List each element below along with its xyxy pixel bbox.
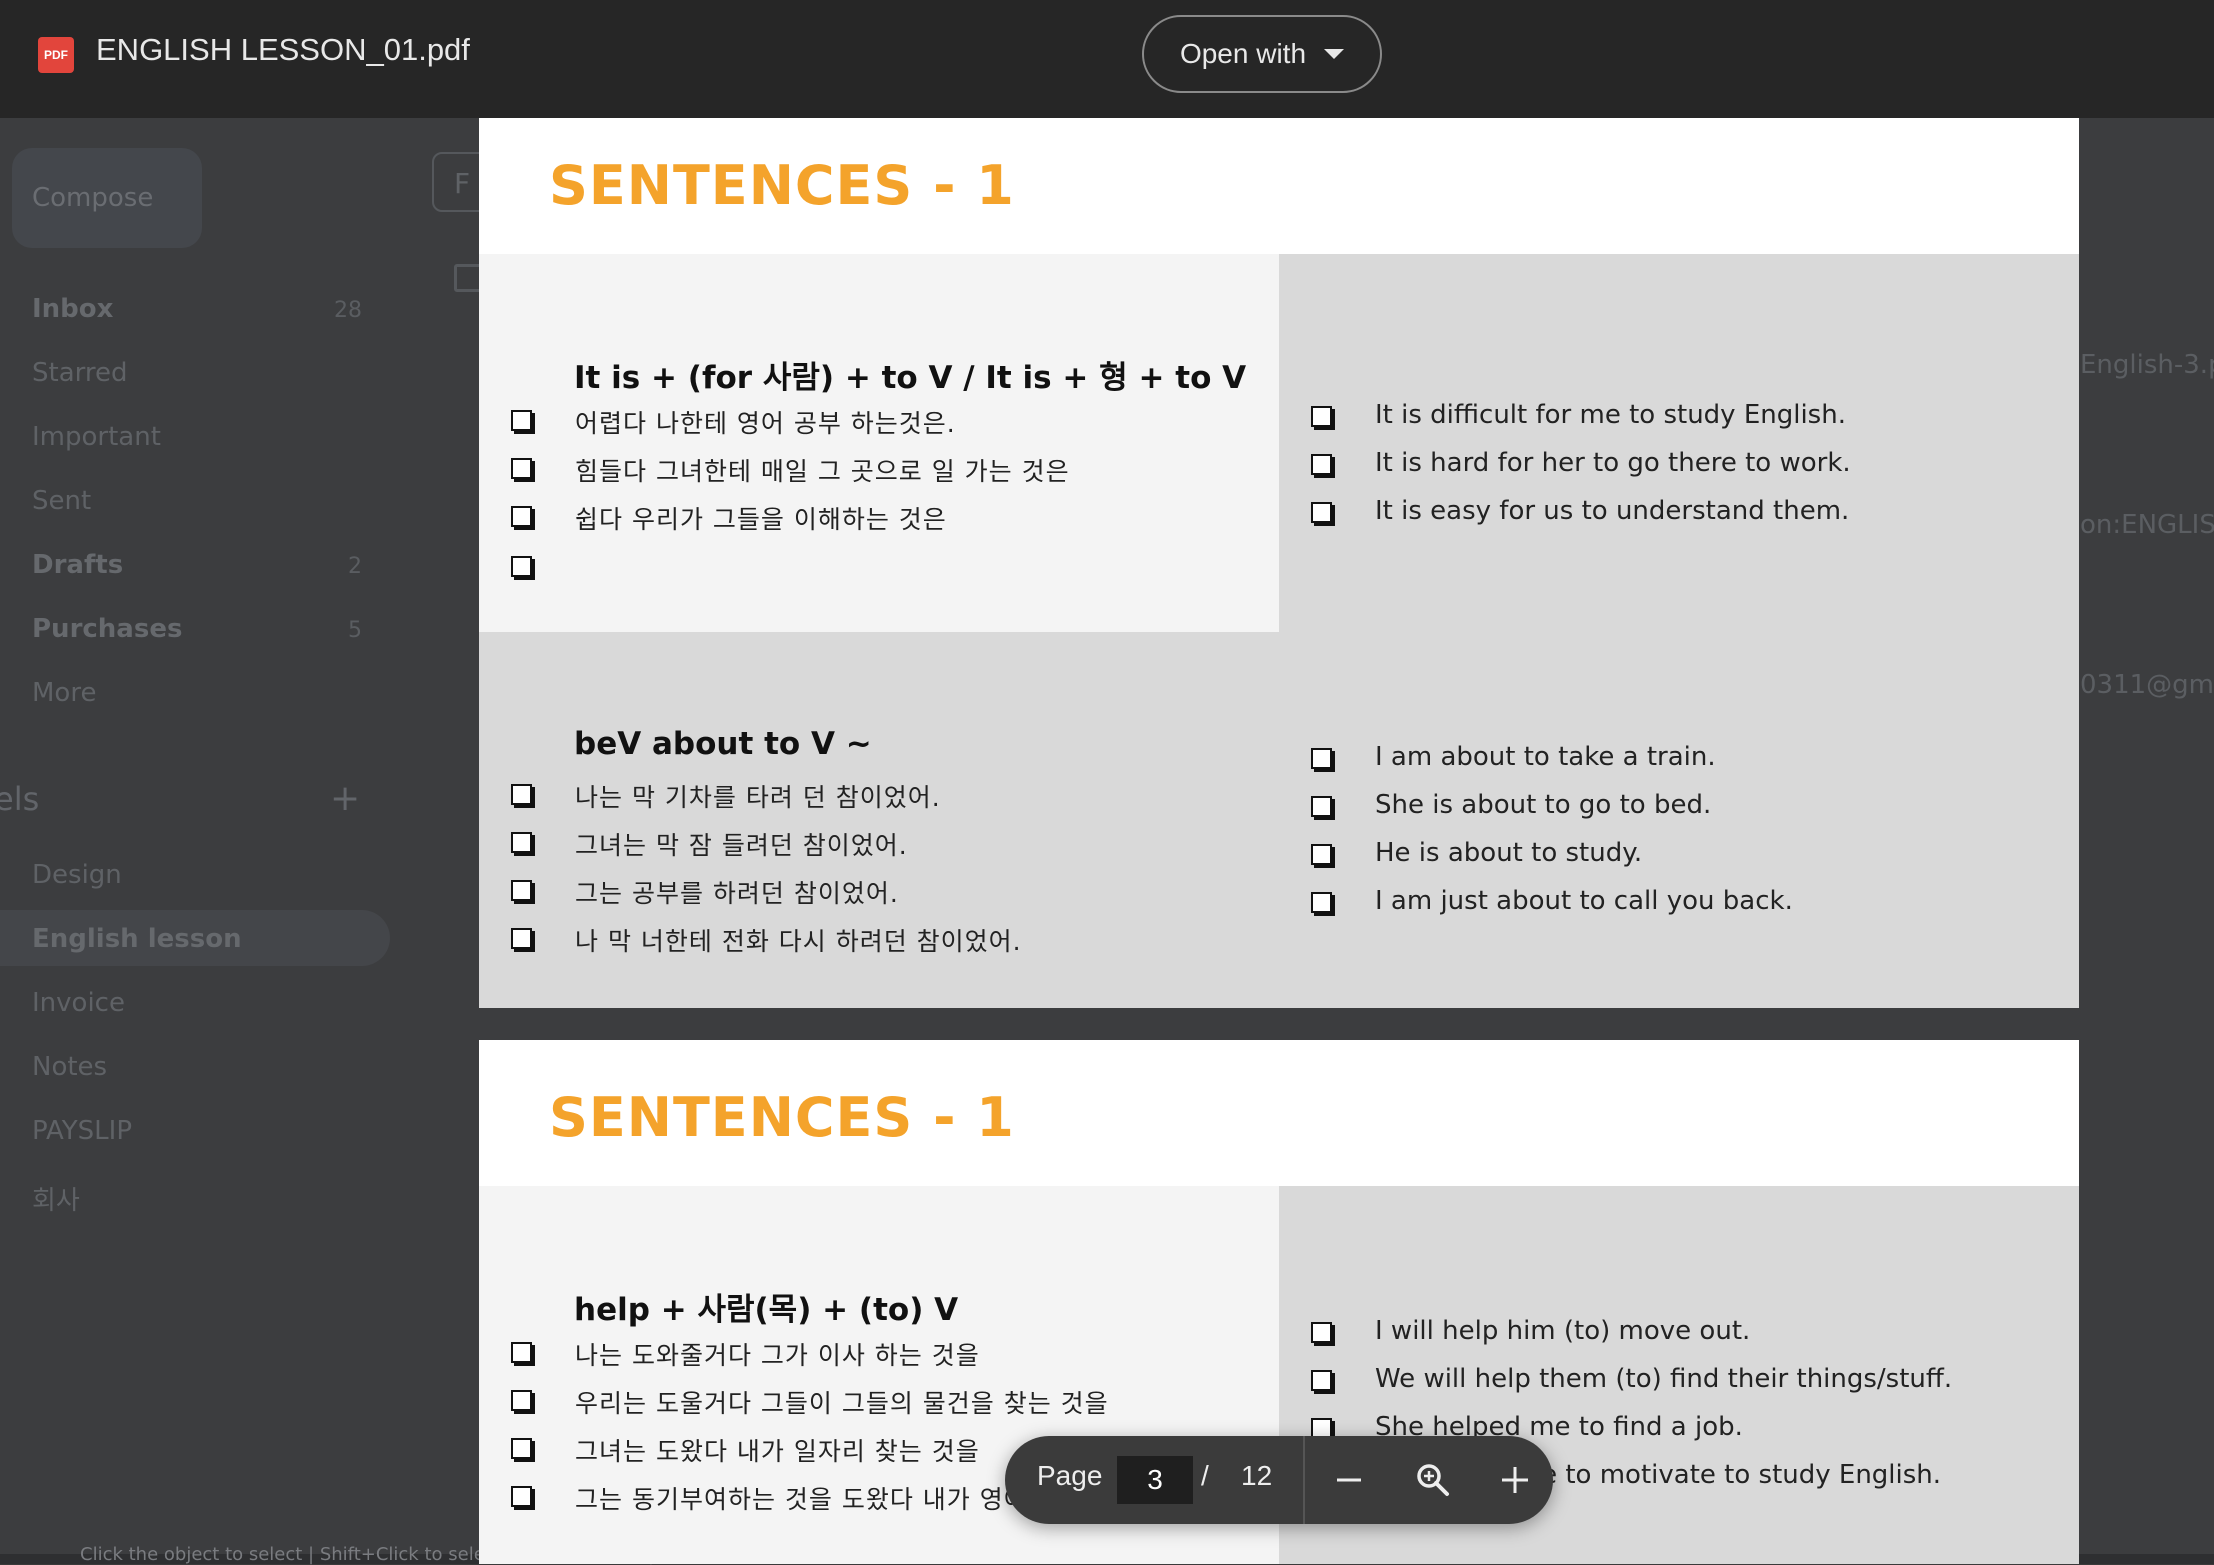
nav-starred: Starred (32, 358, 128, 388)
checkbox-icon (511, 880, 532, 901)
checkbox-icon (1311, 1322, 1332, 1343)
checkbox-icon (511, 928, 532, 949)
page-number-input[interactable] (1117, 1456, 1193, 1504)
nav-purchases-count: 5 (348, 618, 362, 643)
nav-drafts: Drafts (32, 550, 124, 580)
select-all-checkbox (454, 264, 482, 292)
nav-more: More (32, 678, 97, 708)
label-english-lesson: English lesson (32, 924, 242, 954)
nav-important: Important (32, 422, 161, 452)
nav-inbox: Inbox (32, 294, 114, 324)
checkbox-icon (511, 1342, 532, 1363)
zoom-fit-button[interactable] (1407, 1454, 1459, 1506)
checkbox-icon (1311, 748, 1332, 769)
pdf-page: SENTENCES - 1 It is + (for 사람) + to V / … (479, 118, 2079, 1008)
plus-icon (1502, 1467, 1528, 1493)
checkbox-icon (1311, 502, 1332, 523)
korean-panel: beV about to V ~ 나는 막 기차를 타려 던 참이었어. 그녀는… (479, 632, 1279, 1008)
page-title: SENTENCES - 1 (549, 154, 1015, 217)
viewer-topbar: PDF ENGLISH LESSON_01.pdf Open with (0, 0, 2214, 118)
checkbox-icon (1311, 406, 1332, 427)
checkbox-icon (1311, 454, 1332, 475)
checkbox-icon (511, 784, 532, 805)
background-sidebar: Compose Inbox 28 Starred Important Sent … (0, 118, 400, 1564)
checkbox-icon (1311, 796, 1332, 817)
open-with-label: Open with (1179, 38, 1307, 69)
checkbox-icon (511, 832, 532, 853)
section-heading: beV about to V ~ (574, 726, 872, 762)
pdf-file-icon: PDF (38, 37, 74, 73)
checkbox-icon (511, 506, 532, 527)
nav-purchases: Purchases (32, 614, 183, 644)
nav-sent: Sent (32, 486, 92, 516)
label-payslip: PAYSLIP (32, 1116, 133, 1146)
label-invoice: Invoice (32, 988, 125, 1018)
mail-snippet: on:ENGLIS (2080, 510, 2214, 540)
file-title: ENGLISH LESSON_01.pdf (96, 32, 470, 67)
mail-snippet: 0311@gm (2080, 670, 2214, 700)
zoom-in-button[interactable] (1489, 1454, 1541, 1506)
section-heading: help + 사람(목) + (to) V (574, 1292, 959, 1328)
checkbox-icon (511, 556, 532, 577)
open-with-button[interactable]: Open with (1142, 15, 1382, 93)
zoom-out-button[interactable] (1323, 1454, 1375, 1506)
checkbox-icon (511, 458, 532, 479)
nav-inbox-count: 28 (334, 298, 362, 323)
section-heading: It is + (for 사람) + to V / It is + 형 + to… (574, 360, 1247, 396)
label-design: Design (32, 860, 122, 890)
chevron-down-icon (1324, 49, 1345, 59)
checkbox-icon (1311, 1370, 1332, 1391)
checkbox-icon (511, 1486, 532, 1507)
labels-heading: els (0, 780, 40, 818)
checkbox-icon (1311, 892, 1332, 913)
page-title: SENTENCES - 1 (549, 1086, 1015, 1149)
page-total: 12 (1241, 1460, 1273, 1491)
label-company: 회사 (32, 1186, 80, 1216)
minus-icon (1337, 1478, 1361, 1482)
checkbox-icon (511, 1390, 532, 1411)
checkbox-icon (511, 1438, 532, 1459)
checkbox-icon (511, 410, 532, 431)
english-panel: I am about to take a train. She is about… (1279, 632, 2079, 1008)
english-panel: It is difficult for me to study English.… (1279, 254, 2079, 632)
zoom-icon (1417, 1464, 1449, 1496)
compose-button: Compose (12, 148, 202, 248)
page-navigation-control: Page / 12 (1005, 1436, 1553, 1524)
label-notes: Notes (32, 1052, 108, 1082)
checkbox-icon (1311, 844, 1332, 865)
divider (1303, 1436, 1305, 1524)
nav-drafts-count: 2 (348, 554, 362, 579)
add-label-icon: + (330, 778, 361, 819)
page-label: Page (1037, 1460, 1103, 1491)
korean-panel: It is + (for 사람) + to V / It is + 형 + to… (479, 254, 1279, 632)
mail-snippet: English-3.p (2080, 350, 2214, 380)
page-separator: / (1201, 1460, 1209, 1491)
